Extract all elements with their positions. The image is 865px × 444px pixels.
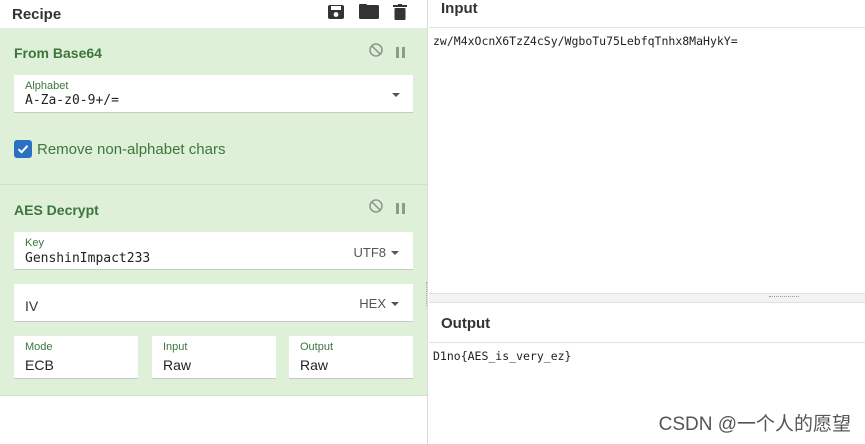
iv-encoding-value: HEX bbox=[359, 296, 386, 311]
mode-select[interactable]: Mode ECB bbox=[14, 336, 138, 379]
remove-non-alphabet-checkbox[interactable] bbox=[14, 140, 32, 158]
key-value: GenshinImpact233 bbox=[25, 251, 151, 266]
save-icon[interactable] bbox=[327, 4, 345, 25]
watermark: CSDN @一个人的愿望 bbox=[658, 414, 851, 435]
output-textarea[interactable]: D1no{AES_is_very_ez} bbox=[433, 349, 571, 363]
pause-icon[interactable] bbox=[396, 203, 405, 215]
folder-icon[interactable] bbox=[359, 4, 379, 24]
output-format-select[interactable]: Output Raw bbox=[289, 336, 413, 379]
output-format-value: Raw bbox=[300, 357, 329, 373]
pause-icon[interactable] bbox=[396, 47, 405, 59]
caret-down-icon bbox=[391, 250, 399, 255]
input-textarea[interactable]: zw/M4xOcnX6TzZ4cSy/WgboTu75LebfqTnhx8MaH… bbox=[433, 34, 738, 48]
input-title: Input bbox=[441, 0, 478, 17]
trash-icon[interactable] bbox=[393, 3, 407, 25]
disable-icon[interactable] bbox=[368, 42, 384, 63]
iv-encoding-dropdown[interactable]: HEX bbox=[359, 296, 399, 311]
key-encoding-dropdown[interactable]: UTF8 bbox=[353, 245, 399, 260]
recipe-panel: Recipe From Base64 Alphabet A-Za-z0-9+/= bbox=[0, 0, 428, 444]
grip-icon bbox=[769, 296, 799, 298]
key-field[interactable]: Key GenshinImpact233 UTF8 bbox=[14, 232, 413, 270]
operation-aes-decrypt: AES Decrypt Key GenshinImpact233 UTF8 IV… bbox=[0, 185, 427, 396]
mode-label: Mode bbox=[25, 341, 53, 353]
alphabet-select[interactable]: Alphabet A-Za-z0-9+/= bbox=[14, 75, 413, 113]
output-format-label: Output bbox=[300, 341, 334, 353]
operation-controls bbox=[368, 198, 405, 219]
input-header-divider bbox=[429, 27, 865, 28]
input-format-label: Input bbox=[163, 341, 188, 353]
key-label: Key bbox=[25, 237, 44, 249]
disable-icon[interactable] bbox=[368, 198, 384, 219]
check-icon bbox=[17, 145, 29, 154]
remove-non-alphabet-label: Remove non-alphabet chars bbox=[37, 140, 226, 158]
operation-title[interactable]: From Base64 bbox=[14, 45, 102, 61]
output-header-divider bbox=[429, 342, 865, 343]
iv-label: IV bbox=[25, 298, 39, 314]
output-title: Output bbox=[441, 315, 491, 332]
recipe-toolbar bbox=[327, 3, 427, 25]
recipe-title: Recipe bbox=[12, 5, 62, 23]
vertical-resize-handle[interactable] bbox=[426, 282, 428, 306]
caret-down-icon bbox=[391, 301, 399, 306]
key-encoding-value: UTF8 bbox=[353, 245, 387, 260]
operation-from-base64: From Base64 Alphabet A-Za-z0-9+/= Remove… bbox=[0, 29, 427, 185]
mode-value: ECB bbox=[25, 357, 54, 373]
operation-controls bbox=[368, 42, 405, 63]
alphabet-label: Alphabet bbox=[25, 80, 69, 92]
input-format-select[interactable]: Input Raw bbox=[152, 336, 276, 379]
recipe-header: Recipe bbox=[0, 0, 427, 29]
input-format-value: Raw bbox=[163, 357, 192, 373]
chevron-down-icon[interactable] bbox=[392, 93, 400, 97]
operation-title[interactable]: AES Decrypt bbox=[14, 202, 99, 218]
alphabet-value: A-Za-z0-9+/= bbox=[25, 93, 119, 108]
iv-field[interactable]: IV HEX bbox=[14, 284, 413, 322]
remove-non-alphabet-row[interactable]: Remove non-alphabet chars bbox=[14, 140, 225, 158]
io-panel: Input zw/M4xOcnX6TzZ4cSy/WgboTu75LebfqTn… bbox=[426, 0, 865, 444]
horizontal-resize-handle[interactable] bbox=[429, 293, 865, 303]
